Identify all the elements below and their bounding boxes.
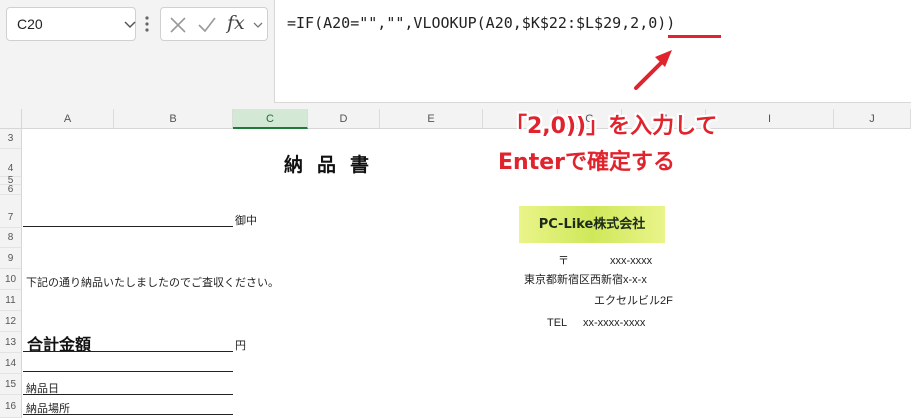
row-header-7[interactable]: 7 (0, 195, 22, 228)
name-box-value: C20 (17, 16, 43, 32)
select-all-corner[interactable] (0, 109, 22, 129)
tel-label[interactable]: TEL (547, 317, 567, 329)
postal-code[interactable]: xxx-xxxx (610, 255, 652, 267)
row-header-8[interactable]: 8 (0, 228, 22, 248)
row-header-12[interactable]: 12 (0, 311, 22, 332)
cancel-icon[interactable] (169, 16, 187, 34)
column-header-a[interactable]: A (22, 109, 114, 129)
row-header-6[interactable]: 6 (0, 185, 22, 195)
company-logo[interactable]: PC-Like株式会社 (519, 206, 665, 243)
company-building[interactable]: エクセルビル2F (594, 292, 673, 308)
formula-highlight-underline (668, 35, 721, 38)
check-icon[interactable] (197, 16, 217, 34)
chevron-down-icon[interactable] (253, 20, 263, 30)
annotation-line-2: Enterで確定する (498, 150, 675, 175)
annotation-line-1: 「2,0))」を入力して (505, 114, 718, 139)
column-header-c[interactable]: C (233, 109, 308, 129)
column-header-e[interactable]: E (380, 109, 483, 129)
column-header-i[interactable]: I (706, 109, 834, 129)
row-header-14[interactable]: 14 (0, 353, 22, 374)
yen-label[interactable]: 円 (235, 337, 246, 353)
more-options-icon[interactable] (144, 14, 150, 34)
row-header-16[interactable]: 16 (0, 395, 22, 418)
tel-number[interactable]: xx-xxxx-xxxx (583, 317, 645, 329)
company-logo-text: PC-Like株式会社 (538, 217, 646, 232)
name-box[interactable]: C20 (6, 7, 136, 41)
row-header-10[interactable]: 10 (0, 269, 22, 290)
row-header-4[interactable]: 4 (0, 149, 22, 177)
formula-buttons: fx (160, 7, 268, 41)
postal-mark[interactable]: 〒 (558, 252, 569, 268)
row-header-13[interactable]: 13 (0, 332, 22, 353)
recipient-underline (23, 226, 233, 227)
column-header-b[interactable]: B (114, 109, 233, 129)
insert-function-button[interactable]: fx (227, 12, 245, 34)
row-header-3[interactable]: 3 (0, 129, 22, 149)
row14-underline (23, 371, 233, 372)
annotation-arrow-icon (634, 50, 672, 90)
formula-bar: C20 fx =IF(A20="","",VLOOKUP(A20,$K$22:$… (0, 0, 911, 103)
delivery-place-underline (23, 414, 233, 415)
recipient-suffix[interactable]: 御中 (235, 212, 257, 228)
column-header-j[interactable]: J (834, 109, 911, 129)
row-header-11[interactable]: 11 (0, 290, 22, 311)
column-header-d[interactable]: D (308, 109, 380, 129)
delivery-notice[interactable]: 下記の通り納品いたしましたのでご査収ください。 (26, 274, 279, 290)
row-header-15[interactable]: 15 (0, 374, 22, 395)
delivery-date-underline (23, 394, 233, 395)
formula-input[interactable]: =IF(A20="","",VLOOKUP(A20,$K$22:$L$29,2,… (274, 0, 911, 103)
chevron-down-icon[interactable] (123, 17, 137, 31)
company-address[interactable]: 東京都新宿区西新宿x-x-x (524, 271, 647, 287)
total-underline (23, 351, 233, 352)
invoice-title[interactable]: 納品書 (284, 150, 383, 177)
row-header-9[interactable]: 9 (0, 248, 22, 269)
column-headers: A B C D E F G H I J (0, 109, 911, 129)
formula-text: =IF(A20="","",VLOOKUP(A20,$K$22:$L$29,2,… (287, 14, 676, 32)
